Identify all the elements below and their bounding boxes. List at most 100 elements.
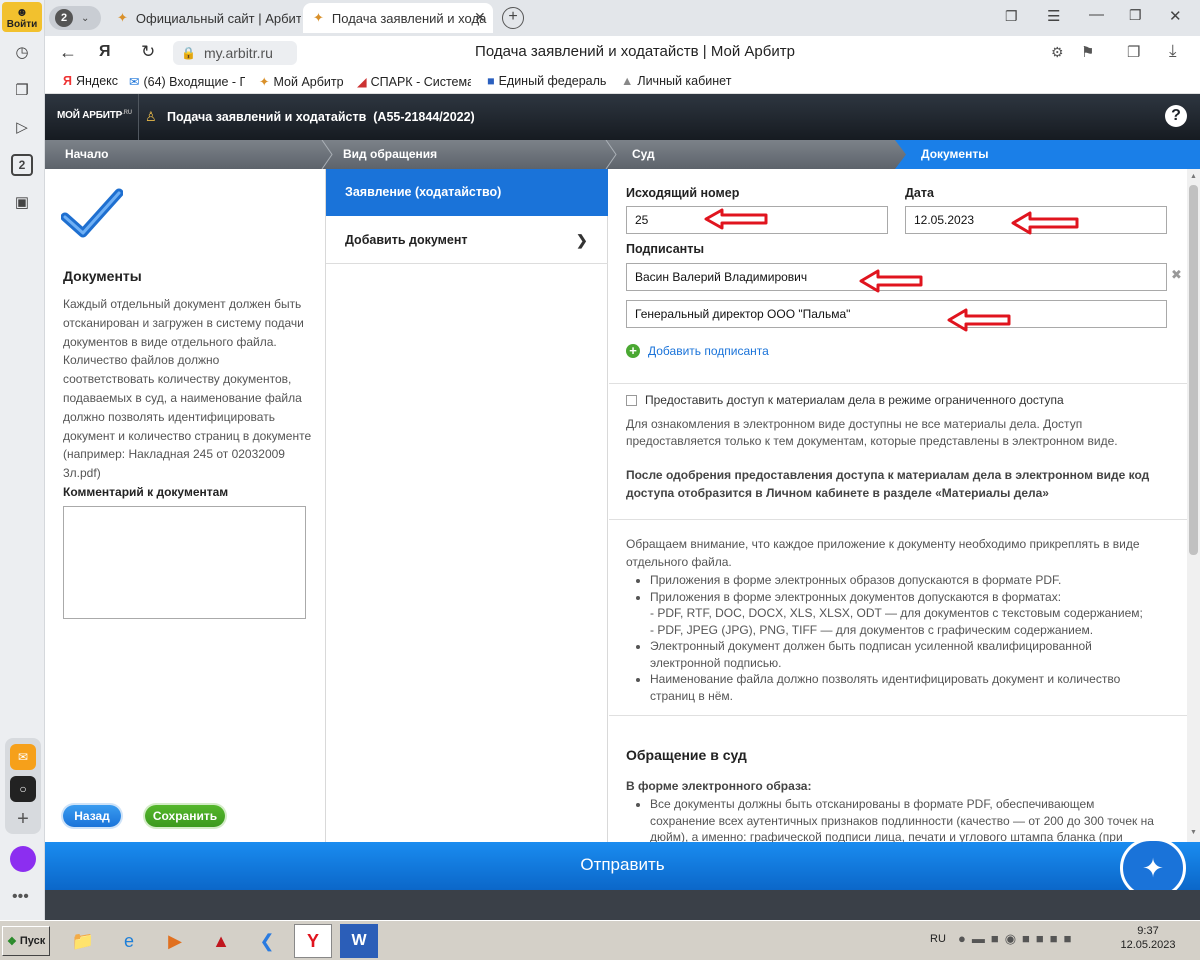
tray-icons[interactable]: ●▬■◉■■■■ xyxy=(958,931,1077,947)
permissions-icon[interactable]: ⚙ xyxy=(1051,44,1064,61)
bookmark-fedresurs[interactable]: ■ Единый федеральн xyxy=(487,74,607,88)
lock-icon: 🔒 xyxy=(181,46,196,60)
logo-text: МОЙ АРБИТР xyxy=(57,110,123,121)
emblem-icon[interactable]: ✦ xyxy=(1120,838,1186,898)
access-checkbox[interactable] xyxy=(626,395,637,406)
tab-label: Официальный сайт | Арбитр xyxy=(135,10,301,26)
scrollbar[interactable]: ▲ ▼ xyxy=(1187,169,1200,842)
login-label: Войти xyxy=(6,19,38,30)
requirements-list: Приложения в форме электронных образов д… xyxy=(626,572,1156,704)
save-button[interactable]: Сохранить xyxy=(145,805,225,827)
word-icon[interactable]: W xyxy=(340,924,378,958)
restore-icon[interactable]: ❐ xyxy=(1129,7,1142,24)
left-panel: Документы Каждый отдельный документ долж… xyxy=(45,169,326,842)
start-label: Пуск xyxy=(19,935,46,947)
start-button[interactable]: ❖ Пуск xyxy=(2,926,50,956)
step-documents[interactable]: Документы xyxy=(907,140,988,169)
kontur-icon[interactable]: ❮ xyxy=(248,924,286,958)
minimize-icon[interactable]: — xyxy=(1089,6,1104,23)
divider xyxy=(609,519,1187,520)
menu-icon[interactable]: ☰ xyxy=(1047,7,1060,25)
bottom-strip xyxy=(45,890,1200,920)
media-icon[interactable]: ▶ xyxy=(156,924,194,958)
bookmark-yandex[interactable]: Я Яндекс xyxy=(63,74,118,88)
alice-station-icon[interactable]: ○ xyxy=(10,776,36,802)
bookmark-spark[interactable]: ◢ СПАРК - Система xyxy=(357,74,471,90)
tab-arbitr-site[interactable]: ✦ Официальный сайт | Арбитр xyxy=(107,3,301,33)
back-button[interactable]: Назад xyxy=(63,805,121,827)
clock-time: 9:37 xyxy=(1137,925,1159,937)
tabs-count-icon[interactable]: 2 xyxy=(11,154,33,176)
yandex-icon[interactable]: Я xyxy=(99,43,111,61)
bookmark-icon[interactable]: ⚑ xyxy=(1081,43,1094,61)
bookmark-mail[interactable]: ✉ (64) Входящие - Г xyxy=(129,74,245,90)
annotation-arrow xyxy=(947,308,1011,332)
new-tab-icon[interactable]: + xyxy=(502,7,524,29)
submit-button[interactable]: Отправить xyxy=(45,842,1200,890)
language-indicator[interactable]: RU xyxy=(930,933,946,945)
close-window-icon[interactable]: ✕ xyxy=(1169,7,1182,25)
add-signer-link[interactable]: + Добавить подписанта xyxy=(626,344,769,358)
url-field[interactable]: 🔒 my.arbitr.ru xyxy=(173,41,297,65)
history-icon[interactable]: ◷ xyxy=(11,41,33,63)
remove-signer-icon[interactable]: ✖ xyxy=(1171,267,1182,283)
ie-icon[interactable]: e xyxy=(110,924,148,958)
logo-suffix: .RU xyxy=(122,110,132,116)
step-start[interactable]: Начало xyxy=(45,140,327,169)
close-tab-icon[interactable]: ✕ xyxy=(474,9,486,26)
doc-item-label: Заявление (ходатайство) xyxy=(345,185,502,199)
comment-textarea[interactable] xyxy=(63,506,306,619)
access-label: Предоставить доступ к материалам дела в … xyxy=(645,393,1064,407)
court-requirement-item: Все документы должны быть отсканированы … xyxy=(650,796,1156,842)
bookmarks-bar: Я Яндекс ✉ (64) Входящие - Г ✦ Мой Арбитр ◢… xyxy=(45,70,1200,94)
divider xyxy=(609,383,1187,384)
add-icon: + xyxy=(626,344,640,358)
wizard-steps: Начало Вид обращения Суд Документы xyxy=(45,140,1200,169)
help-glyph: ? xyxy=(1171,107,1181,124)
download-icon[interactable]: ⤓ xyxy=(1169,41,1177,61)
collections-icon[interactable]: ❐ xyxy=(11,79,33,101)
annotation-arrow xyxy=(704,208,768,230)
reload-icon[interactable]: ↻ xyxy=(141,42,155,62)
bookmark-my-arbitr[interactable]: ✦ Мой Арбитр xyxy=(259,74,344,90)
yandex-browser-icon[interactable]: Y xyxy=(294,924,332,958)
doc-item-application[interactable]: Заявление (ходатайство) xyxy=(326,169,608,216)
pdf-icon[interactable]: ▲ xyxy=(202,924,240,958)
requirement-item: Электронный документ должен быть подписа… xyxy=(650,638,1156,671)
documents-list: Заявление (ходатайство) Добавить докумен… xyxy=(326,169,608,842)
step-appeal-type[interactable]: Вид обращения xyxy=(333,140,611,169)
step-court[interactable]: Суд xyxy=(620,140,900,169)
mail-icon[interactable]: ✉ xyxy=(10,744,36,770)
step-label: Вид обращения xyxy=(343,147,438,161)
bookmark-cabinet[interactable]: ▲ Личный кабинет xyxy=(621,74,731,88)
play-icon[interactable]: ▷ xyxy=(11,116,33,138)
add-app-icon[interactable]: + xyxy=(10,806,36,832)
help-icon[interactable]: ? xyxy=(1165,105,1187,127)
bookmark-tabs-icon[interactable]: ❐ xyxy=(1005,8,1018,25)
alice-icon[interactable] xyxy=(10,846,36,872)
add-document-item[interactable]: Добавить документ ❯ xyxy=(326,216,608,264)
step-label: Суд xyxy=(632,147,655,161)
screenshot-icon[interactable]: ▣ xyxy=(11,191,33,213)
scroll-thumb[interactable] xyxy=(1189,185,1198,555)
collections-icon[interactable]: ❐ xyxy=(1127,43,1140,61)
court-title: Обращение в суд xyxy=(626,747,747,763)
step-separator xyxy=(605,140,617,169)
explorer-icon[interactable]: 📁 xyxy=(64,924,102,958)
tab-count-button[interactable]: 2 ⌄ xyxy=(49,6,101,30)
tab-my-arbitr[interactable]: ✦ Подача заявлений и хода xyxy=(303,3,493,33)
back-icon[interactable]: ← xyxy=(59,42,77,63)
more-icon[interactable]: ••• xyxy=(12,888,29,906)
app-logo[interactable]: МОЙ АРБИТР.RU xyxy=(57,110,132,121)
document-form: Исходящий номер 25 Дата 12.05.2023 Подпи… xyxy=(609,169,1187,842)
submit-label: Отправить xyxy=(580,855,665,874)
emblem-icon: ✦ xyxy=(313,10,324,25)
sidebar-apps-group: ✉ ○ + xyxy=(5,738,41,834)
signer-position-input[interactable]: Генеральный директор ООО "Пальма" xyxy=(626,300,1167,328)
bookmark-label: Мой Арбитр xyxy=(273,74,344,89)
scroll-down-icon[interactable]: ▼ xyxy=(1190,829,1197,836)
scroll-up-icon[interactable]: ▲ xyxy=(1190,173,1197,180)
user-icon: ☻ xyxy=(15,5,29,19)
cabinet-icon: ▲ xyxy=(621,74,634,88)
login-button[interactable]: ☻ Войти xyxy=(2,2,42,32)
